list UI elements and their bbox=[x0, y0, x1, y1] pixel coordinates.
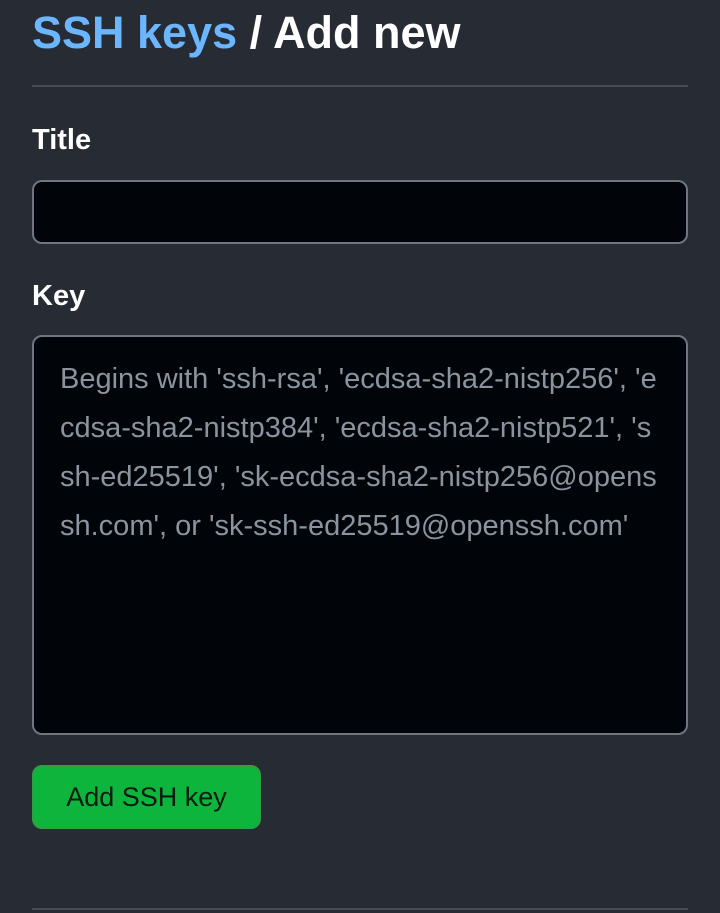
header-divider bbox=[32, 85, 688, 87]
breadcrumb: SSH keys / Add new bbox=[32, 6, 461, 60]
key-textarea[interactable]: Begins with 'ssh-rsa', 'ecdsa-sha2-nistp… bbox=[32, 335, 688, 735]
key-label: Key bbox=[32, 280, 86, 312]
breadcrumb-ssh-keys-link[interactable]: SSH keys bbox=[32, 7, 237, 58]
add-ssh-key-page: SSH keys / Add new Title Key Begins with… bbox=[0, 0, 720, 913]
title-input[interactable] bbox=[32, 180, 688, 244]
breadcrumb-separator: / bbox=[249, 7, 263, 58]
page-title: Add new bbox=[273, 7, 461, 58]
add-ssh-key-button[interactable]: Add SSH key bbox=[32, 765, 261, 829]
footer-divider bbox=[32, 908, 688, 910]
title-label: Title bbox=[32, 124, 92, 156]
key-placeholder: Begins with 'ssh-rsa', 'ecdsa-sha2-nistp… bbox=[60, 363, 657, 542]
